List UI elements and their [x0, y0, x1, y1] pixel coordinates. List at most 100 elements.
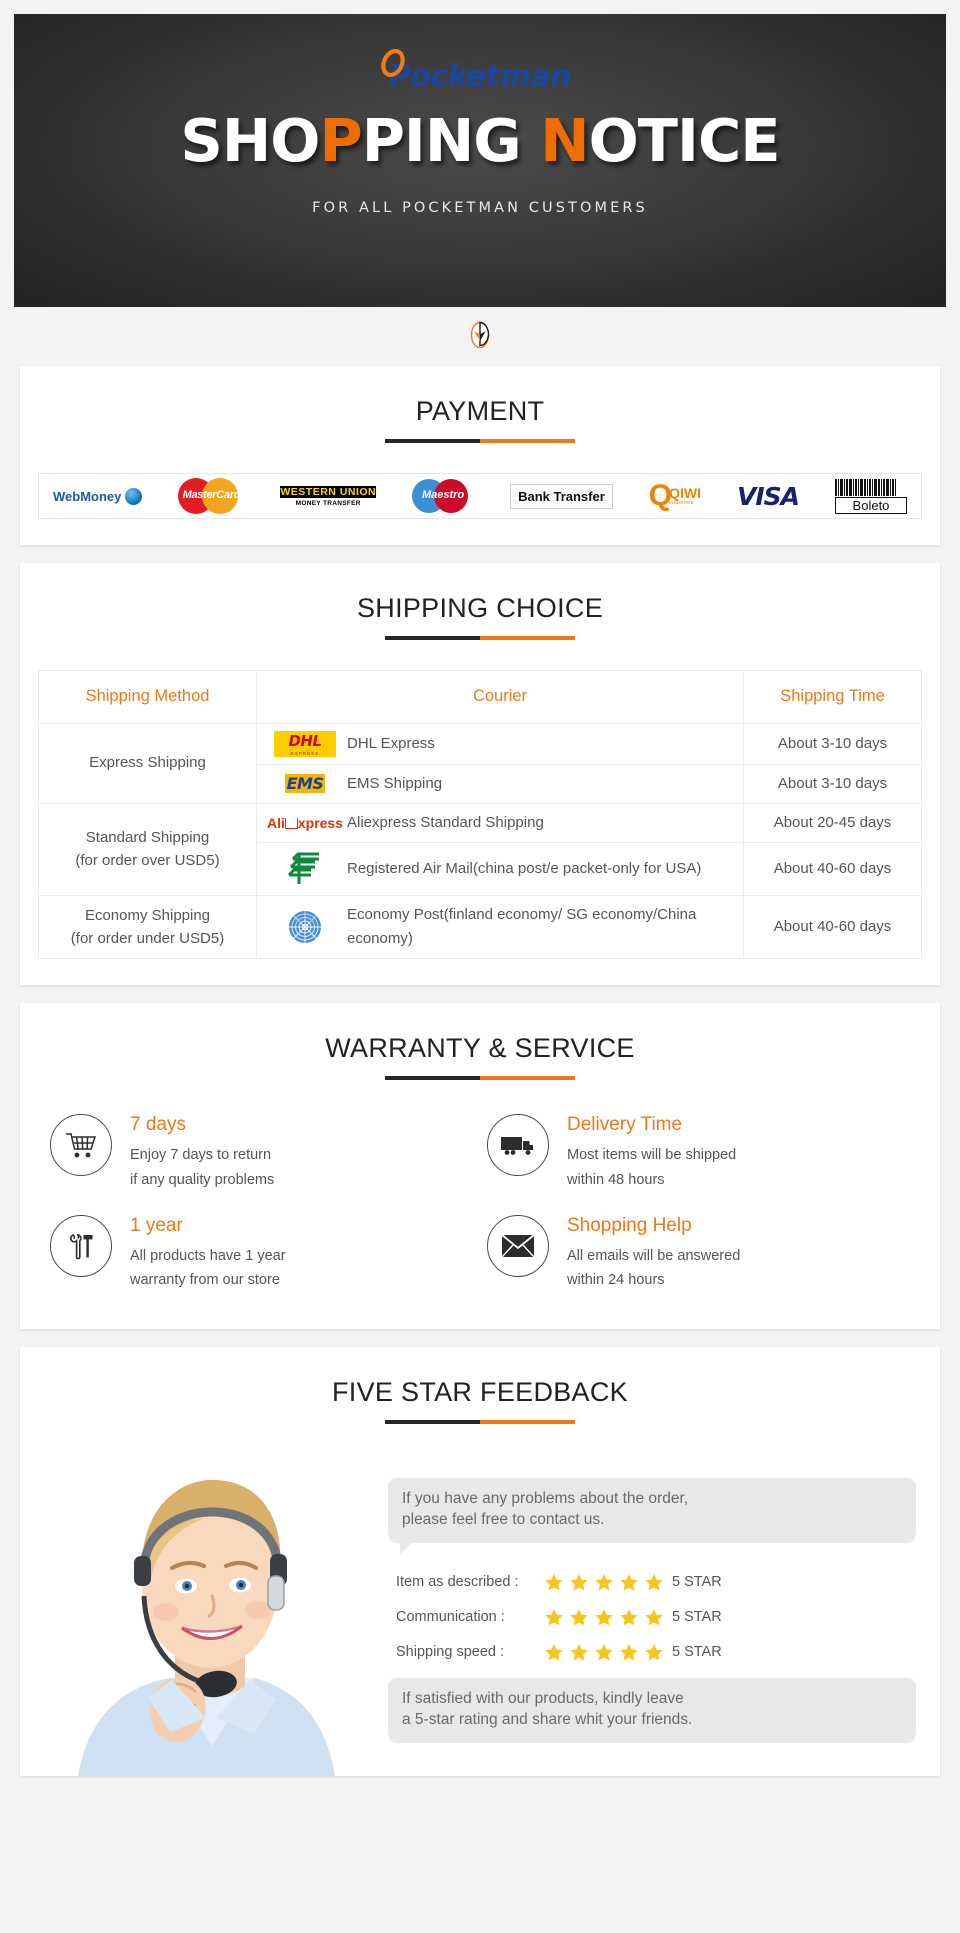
payment-title: PAYMENT	[415, 396, 545, 426]
warranty-item-7-days: 7 days Enjoy 7 days to return if any qua…	[50, 1114, 473, 1193]
table-row: Standard Shipping (for order over USD5) …	[38, 802, 922, 896]
payment-method-webmoney: WebMoney	[53, 476, 143, 516]
envelope-icon	[501, 1234, 535, 1258]
warranty-heading: Shopping Help	[567, 1214, 692, 1236]
shipping-title: SHIPPING CHOICE	[356, 593, 604, 623]
rating-value: 5 STAR	[672, 1574, 722, 1591]
table-header-row: Shipping Method Courier Shipping Time	[38, 670, 922, 724]
courier-cell-ems: EMS EMS Shipping	[256, 763, 744, 804]
customer-service-agent-photo	[20, 1446, 380, 1777]
ems-logo: EMS	[284, 773, 326, 793]
rating-row-shipping-speed: Shipping speed : 5 STAR	[396, 1643, 916, 1661]
warranty-heading: 7 days	[130, 1114, 186, 1136]
method-express: Express Shipping	[38, 722, 257, 804]
title-accent-p: P	[319, 106, 362, 175]
warranty-grid: 7 days Enjoy 7 days to return if any qua…	[50, 1114, 910, 1293]
payment-methods-strip: WebMoney MasterCard WESTERN UNION MONEY …	[38, 473, 922, 519]
un-globe-logo	[263, 907, 347, 947]
bubble-bottom-line2: a 5-star rating and share whit your frie…	[402, 1711, 693, 1729]
mastercard-label: MasterCard	[182, 489, 241, 501]
visa-logo: VISA	[736, 481, 800, 511]
china-post-icon	[287, 852, 319, 884]
warranty-item-delivery-time: Delivery Time Most items will be shipped…	[487, 1114, 910, 1193]
payment-title-rule	[385, 439, 575, 443]
method-label: Economy Shipping	[84, 906, 211, 924]
agent-illustration	[20, 1446, 380, 1777]
feedback-content: If you have any problems about the order…	[380, 1446, 940, 1776]
rating-row-communication: Communication : 5 STAR	[396, 1608, 916, 1626]
bank-transfer-logo: Bank Transfer	[510, 483, 613, 509]
ratings-list: Item as described : 5 STAR Communication…	[396, 1573, 916, 1661]
rating-label: Item as described :	[396, 1574, 519, 1591]
dhl-logo: DHL EXPRESS	[263, 730, 347, 757]
table-row: Economy Shipping (for order under USD5)	[38, 894, 922, 960]
china-post-logo	[263, 850, 347, 888]
warranty-text: 1 year All products have 1 year warranty…	[130, 1215, 286, 1294]
table-row: Express Shipping DHL EXPRESS DHL Express …	[38, 722, 922, 804]
method-label: Standard Shipping	[85, 828, 210, 846]
warranty-text: Delivery Time Most items will be shipped…	[567, 1114, 736, 1193]
shipping-time: About 3-10 days	[743, 763, 922, 804]
rating-value: 5 STAR	[672, 1609, 722, 1626]
swoosh-icon	[381, 49, 405, 78]
scroll-hint	[0, 307, 960, 366]
wu-line1: WESTERN UNION	[280, 485, 377, 498]
feedback-bubble-bottom: If satisfied with our products, kindly l…	[388, 1678, 916, 1744]
qiwi-logo: Q QIWI кошелек	[649, 481, 701, 511]
warranty-line2: within 24 hours	[567, 1272, 665, 1289]
bubble-top-line1: If you have any problems about the order…	[402, 1490, 689, 1508]
shipping-time: About 3-10 days	[743, 722, 922, 765]
payment-method-boleto: Boleto	[834, 476, 907, 516]
chevron-down-badge-icon[interactable]	[469, 321, 491, 349]
banner-subtitle: FOR ALL POCKETMAN CUSTOMERS	[312, 200, 648, 216]
warranty-line1: Most items will be shipped	[567, 1146, 737, 1163]
warranty-title-rule	[385, 1076, 575, 1081]
method-standard: Standard Shipping (for order over USD5)	[38, 802, 257, 896]
aliexpress-logo: Ali xpress	[266, 814, 344, 831]
truck-icon	[501, 1137, 533, 1155]
western-union-logo: WESTERN UNION MONEY TRANSFER	[280, 485, 377, 507]
courier-cell-aliexpress: Ali xpress Aliexpress Standard Shipping	[256, 802, 744, 843]
maestro-label: Maestro	[422, 489, 465, 501]
warranty-line1: Enjoy 7 days to return	[130, 1146, 272, 1163]
method-label: Express Shipping	[89, 754, 206, 772]
col-shipping-method: Shipping Method	[38, 670, 257, 724]
payment-method-maestro: Maestro	[412, 476, 474, 516]
warranty-heading: Delivery Time	[567, 1114, 683, 1136]
rating-label: Shipping speed :	[396, 1644, 505, 1661]
courier-name: Registered Air Mail(china post/e packet-…	[347, 859, 702, 877]
warranty-line2: warranty from our store	[130, 1272, 280, 1289]
warranty-icon-circle	[50, 1114, 112, 1177]
header-banner: Pocketman SHOPPING NOTICE FOR ALL POCKET…	[14, 14, 946, 307]
warranty-title: WARRANTY & SERVICE	[325, 1033, 635, 1064]
title-seg-2: PING	[361, 106, 541, 175]
bubble-bottom-line1: If satisfied with our products, kindly l…	[402, 1690, 684, 1708]
payment-method-western-union: WESTERN UNION MONEY TRANSFER	[280, 476, 377, 516]
star-rating-icon	[544, 1573, 672, 1591]
courier-cell-dhl: DHL EXPRESS DHL Express	[256, 722, 744, 765]
shipping-card: SHIPPING CHOICE Shipping Method Courier …	[20, 563, 940, 986]
col-shipping-time: Shipping Time	[743, 670, 922, 724]
warranty-heading: 1 year	[130, 1214, 183, 1236]
boleto-logo: Boleto	[834, 478, 907, 514]
warranty-icon-circle	[487, 1114, 549, 1177]
wu-line2: MONEY TRANSFER	[295, 499, 361, 507]
rating-label: Communication :	[396, 1609, 505, 1626]
rating-value: 5 STAR	[672, 1644, 722, 1661]
mastercard-logo: MasterCard	[178, 478, 244, 514]
payment-method-qiwi: Q QIWI кошелек	[649, 476, 701, 516]
title-seg-3: OTICE	[588, 106, 781, 175]
title-seg-1: SHO	[180, 106, 320, 175]
courier-cell-economy-post: Economy Post(finland economy/ SG economy…	[256, 894, 744, 960]
payment-method-mastercard: MasterCard	[178, 476, 244, 516]
qiwi-label: QIWI	[669, 485, 701, 501]
warranty-text: 7 days Enjoy 7 days to return if any qua…	[130, 1114, 274, 1193]
shopping-cart-icon	[66, 1133, 97, 1158]
webmoney-label: WebMoney	[53, 488, 122, 504]
payment-method-bank-transfer: Bank Transfer	[510, 476, 613, 516]
bubble-top-line2: please feel free to contact us.	[402, 1511, 605, 1529]
shopping-notice-page: Pocketman SHOPPING NOTICE FOR ALL POCKET…	[0, 0, 960, 1812]
brand-logo: Pocketman	[381, 49, 572, 92]
method-sublabel: (for order over USD5)	[75, 852, 220, 870]
warranty-item-1-year: 1 year All products have 1 year warranty…	[50, 1214, 473, 1294]
